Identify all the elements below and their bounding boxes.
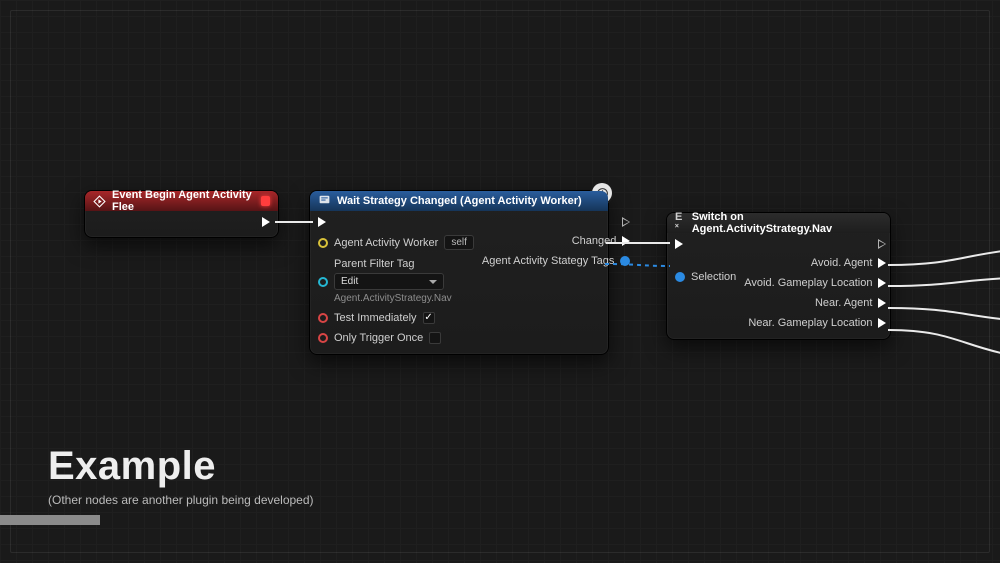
slide-title: Example (Other nodes are another plugin … bbox=[48, 444, 314, 507]
wait-exec-out-pin[interactable] bbox=[622, 217, 630, 227]
switch-node-title: Switch on Agent.ActivityStrategy.Nav bbox=[692, 211, 882, 235]
switch-default-out-pin[interactable] bbox=[878, 239, 886, 249]
parent-filter-label: Parent Filter Tag bbox=[334, 258, 474, 270]
wait-node-header: Wait Strategy Changed (Agent Activity Wo… bbox=[310, 191, 608, 211]
accent-bar bbox=[0, 515, 100, 525]
switch-out-near-loc[interactable]: Near. Gameplay Location bbox=[748, 317, 886, 329]
tags-label: Agent Activity Stategy Tags bbox=[482, 255, 614, 267]
node-event-begin[interactable]: Event Begin Agent Activity Flee bbox=[84, 190, 279, 238]
bool-pin-icon bbox=[318, 333, 328, 343]
test-immediately-checkbox[interactable]: ✓ bbox=[423, 312, 435, 324]
node-wait-strategy[interactable]: Wait Strategy Changed (Agent Activity Wo… bbox=[309, 190, 609, 355]
struct-pin-icon bbox=[318, 277, 328, 287]
selection-pin-icon bbox=[675, 272, 685, 282]
test-immediately-pin[interactable]: Test Immediately ✓ bbox=[318, 312, 474, 324]
agent-worker-pin[interactable]: Agent Activity Worker self bbox=[318, 235, 474, 250]
test-immediately-label: Test Immediately bbox=[334, 312, 417, 324]
switch-icon: E˟ bbox=[675, 211, 686, 235]
selection-label: Selection bbox=[691, 271, 736, 283]
switch-out-avoid-loc[interactable]: Avoid. Gameplay Location bbox=[744, 277, 886, 289]
dropdown-value: Edit bbox=[341, 276, 358, 287]
chevron-down-icon bbox=[429, 280, 437, 284]
only-trigger-once-checkbox[interactable] bbox=[429, 332, 441, 344]
agent-worker-label: Agent Activity Worker bbox=[334, 237, 438, 249]
switch-out-near-agent[interactable]: Near. Agent bbox=[815, 297, 887, 309]
switch-exec-in-pin[interactable] bbox=[675, 239, 736, 249]
node-switch-strategy[interactable]: E˟ Switch on Agent.ActivityStrategy.Nav … bbox=[666, 212, 891, 340]
dropdown-subtext: Agent.ActivityStrategy.Nav bbox=[334, 293, 474, 304]
event-icon bbox=[93, 195, 106, 208]
bool-pin-icon bbox=[318, 313, 328, 323]
event-node-header: Event Begin Agent Activity Flee bbox=[85, 191, 278, 211]
wait-node-title: Wait Strategy Changed (Agent Activity Wo… bbox=[337, 195, 582, 207]
changed-exec-out-pin[interactable]: Changed bbox=[572, 235, 631, 247]
only-trigger-once-pin[interactable]: Only Trigger Once bbox=[318, 332, 474, 344]
stop-icon bbox=[261, 196, 270, 206]
tags-pin-icon bbox=[620, 256, 630, 266]
latent-icon bbox=[318, 193, 331, 209]
wait-exec-in-pin[interactable] bbox=[318, 217, 474, 227]
self-chip: self bbox=[444, 235, 474, 250]
switch-node-body: Selection Avoid. Agent Avoid. Gameplay L… bbox=[667, 233, 890, 339]
changed-label: Changed bbox=[572, 235, 617, 247]
selection-pin[interactable]: Selection bbox=[675, 271, 736, 283]
title-subheading: (Other nodes are another plugin being de… bbox=[48, 493, 314, 507]
tag-dropdown[interactable]: Edit bbox=[334, 273, 444, 290]
object-pin-icon bbox=[318, 238, 328, 248]
parent-filter-pin[interactable]: Edit bbox=[318, 273, 474, 290]
parent-filter-group: Parent Filter Tag Edit Agent.ActivityStr… bbox=[318, 258, 474, 304]
event-exec-out-pin[interactable] bbox=[262, 217, 270, 227]
switch-node-header: E˟ Switch on Agent.ActivityStrategy.Nav bbox=[667, 213, 890, 233]
switch-out-avoid-agent[interactable]: Avoid. Agent bbox=[811, 257, 887, 269]
tags-out-pin[interactable]: Agent Activity Stategy Tags bbox=[482, 255, 630, 267]
only-trigger-once-label: Only Trigger Once bbox=[334, 332, 423, 344]
wait-node-body: Agent Activity Worker self Parent Filter… bbox=[310, 211, 608, 354]
event-node-title: Event Begin Agent Activity Flee bbox=[112, 189, 255, 213]
event-node-body bbox=[85, 211, 278, 237]
title-heading: Example bbox=[48, 444, 314, 489]
